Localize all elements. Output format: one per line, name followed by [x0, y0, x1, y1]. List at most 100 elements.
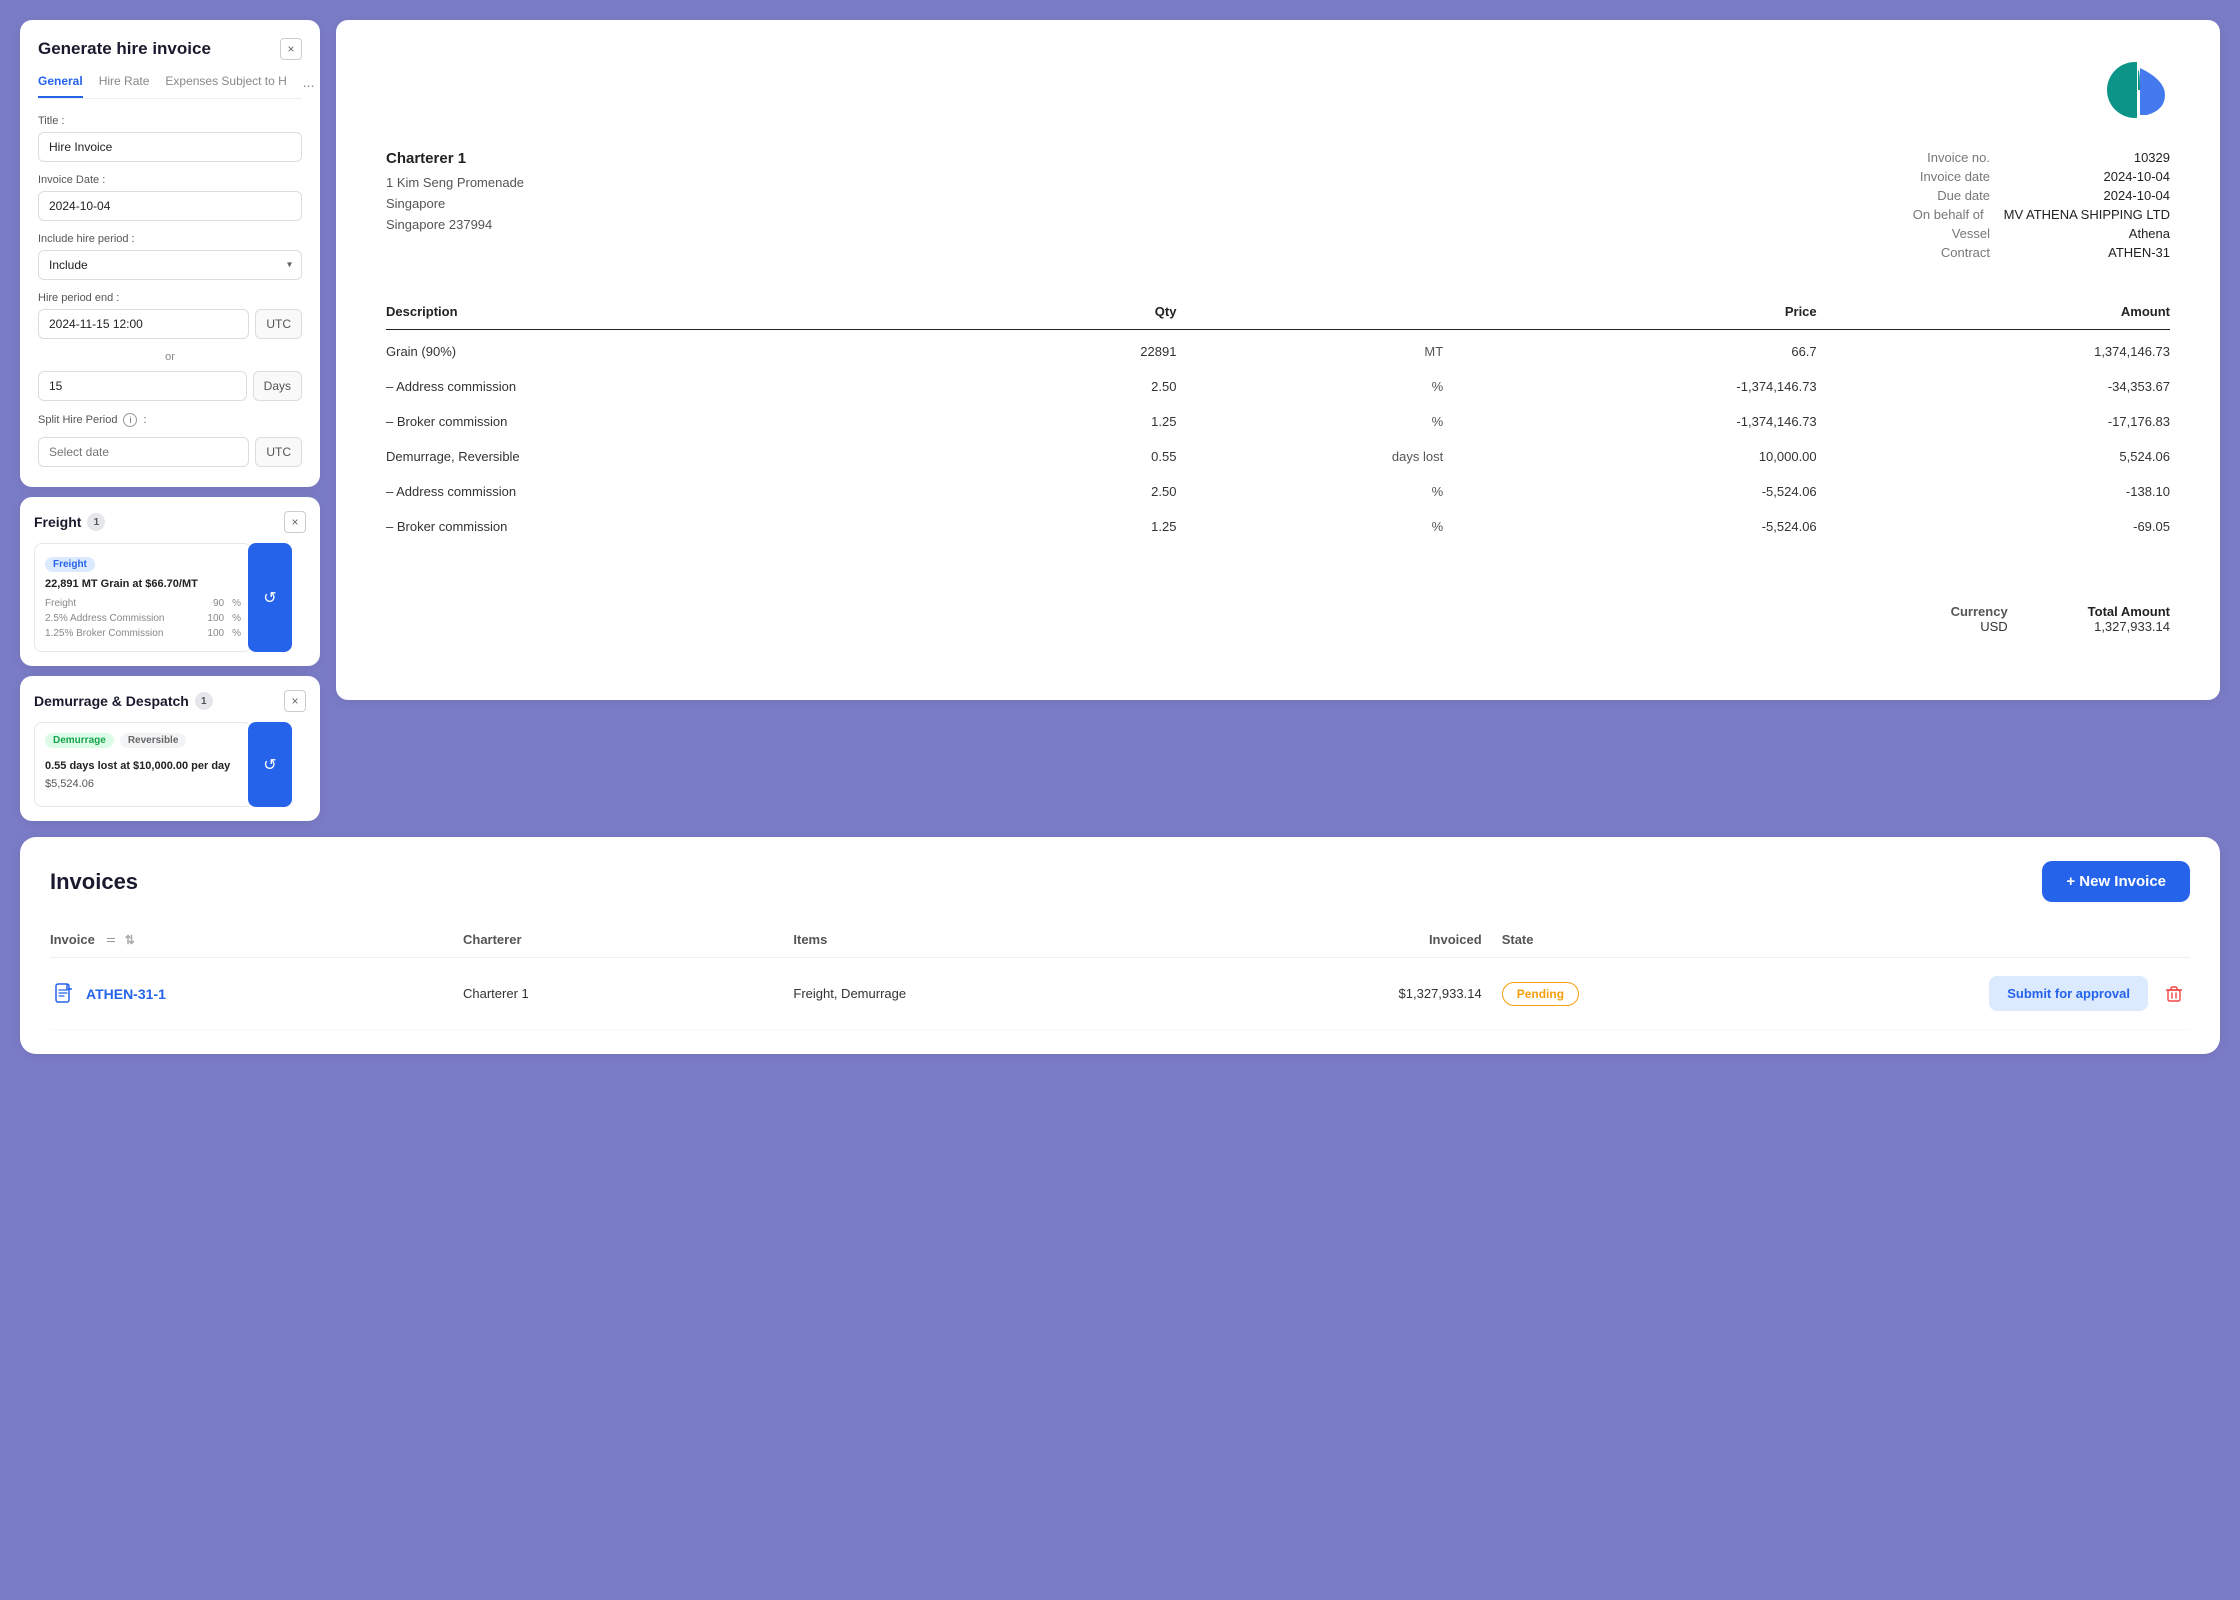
invoice-items: Freight, Demurrage: [793, 986, 1206, 1001]
row-qty: 1.25: [1008, 404, 1176, 439]
invoice-no-label: Invoice no.: [1927, 150, 1990, 165]
freight-card-header: Freight 1 ×: [34, 511, 306, 533]
row-unit: MT: [1176, 330, 1443, 370]
tab-general[interactable]: General: [38, 74, 83, 98]
tab-expenses[interactable]: Expenses Subject to H: [165, 74, 286, 98]
invoice-table-row: – Address commission 2.50 % -1,374,146.7…: [386, 369, 2170, 404]
left-panel: Generate hire invoice × General Hire Rat…: [20, 20, 320, 821]
generate-card-close-btn[interactable]: ×: [280, 38, 302, 60]
row-description: Demurrage, Reversible: [386, 439, 1008, 474]
invoice-table-row: – Broker commission 1.25 % -5,524.06 -69…: [386, 509, 2170, 544]
include-hire-period-select[interactable]: Include Exclude: [38, 250, 302, 280]
row-amount: -34,353.67: [1817, 369, 2170, 404]
invoice-date-value: 2024-10-04: [2010, 169, 2170, 184]
freight-card-body: Freight 22,891 MT Grain at $66.70/MT Fre…: [34, 543, 306, 652]
file-icon: [50, 980, 78, 1008]
new-invoice-button[interactable]: + New Invoice: [2042, 861, 2190, 902]
freight-refresh-btn[interactable]: ↺: [248, 543, 292, 652]
refresh-icon: ↺: [263, 755, 276, 775]
refresh-icon: ↺: [263, 588, 276, 608]
currency-label: Currency: [1951, 604, 2008, 619]
demurrage-card-title: Demurrage & Despatch 1: [34, 692, 213, 710]
due-date-value: 2024-10-04: [2010, 188, 2170, 203]
invoices-section-header: Invoices + New Invoice: [50, 861, 2190, 902]
invoice-meta: Invoice no. 10329 Invoice date 2024-10-0…: [1913, 150, 2170, 264]
col-invoiced-header: Invoiced: [1206, 932, 1481, 947]
invoice-header: Charterer 1 1 Kim Seng Promenade Singapo…: [386, 150, 2170, 264]
invoice-preview: Charterer 1 1 Kim Seng Promenade Singapo…: [336, 20, 2220, 700]
include-hire-period-field: Include hire period : Include Exclude ▾: [38, 233, 302, 280]
invoices-section: Invoices + New Invoice Invoice ⇅ Charter…: [20, 837, 2220, 1054]
invoices-title: Invoices: [50, 869, 138, 895]
row-unit: %: [1176, 474, 1443, 509]
col-description: Description: [386, 294, 1008, 330]
include-hire-period-label: Include hire period :: [38, 233, 302, 245]
col-unit: [1176, 294, 1443, 330]
meta-row-due-date: Due date 2024-10-04: [1913, 188, 2170, 203]
row-price: -1,374,146.73: [1443, 404, 1816, 439]
invoice-charterer: Charterer 1: [463, 986, 793, 1001]
utc-addon-1: UTC: [255, 309, 302, 339]
invoice-date-field: Invoice Date :: [38, 174, 302, 221]
submit-for-approval-button[interactable]: Submit for approval: [1989, 976, 2148, 1011]
invoice-total: Total Amount 1,327,933.14: [2088, 604, 2170, 634]
row-description: – Broker commission: [386, 509, 1008, 544]
currency-value: USD: [1951, 619, 2008, 634]
include-select-wrapper: Include Exclude ▾: [38, 250, 302, 280]
freight-row-freight: Freight 90 %: [45, 596, 241, 611]
col-amount: Amount: [1817, 294, 2170, 330]
meta-row-invoice-no: Invoice no. 10329: [1913, 150, 2170, 165]
invoice-date-label: Invoice date: [1920, 169, 1990, 184]
generate-card-header: Generate hire invoice ×: [38, 38, 302, 60]
split-hire-period-row: Split Hire Period i :: [38, 413, 302, 427]
row-amount: -69.05: [1817, 509, 2170, 544]
or-divider: or: [38, 351, 302, 363]
freight-card: Freight 1 × Freight 22,891 MT Grain at $…: [20, 497, 320, 666]
row-unit: %: [1176, 404, 1443, 439]
tab-more[interactable]: ...: [303, 74, 315, 98]
sort-arrows-icon[interactable]: ⇅: [125, 933, 135, 947]
row-amount: 1,374,146.73: [1817, 330, 2170, 370]
row-amount: -138.10: [1817, 474, 2170, 509]
vessel-label: Vessel: [1952, 226, 1990, 241]
hire-period-end-label: Hire period end :: [38, 292, 302, 304]
title-input[interactable]: [38, 132, 302, 162]
demurrage-refresh-btn[interactable]: ↺: [248, 722, 292, 807]
col-price: Price: [1443, 294, 1816, 330]
split-date-input-group: UTC: [38, 437, 302, 467]
days-input[interactable]: [38, 371, 247, 401]
generate-card: Generate hire invoice × General Hire Rat…: [20, 20, 320, 487]
delete-button[interactable]: [2158, 978, 2190, 1010]
row-description: – Broker commission: [386, 404, 1008, 439]
charterer-name: Charterer 1: [386, 150, 524, 167]
split-hire-period-label: Split Hire Period: [38, 414, 117, 426]
sort-icon[interactable]: [107, 938, 115, 942]
row-price: -1,374,146.73: [1443, 369, 1816, 404]
generate-card-title: Generate hire invoice: [38, 39, 211, 59]
due-date-label: Due date: [1937, 188, 1990, 203]
col-charterer-header: Charterer: [463, 932, 793, 947]
demurrage-card-header: Demurrage & Despatch 1 ×: [34, 690, 306, 712]
row-price: 66.7: [1443, 330, 1816, 370]
row-price: 10,000.00: [1443, 439, 1816, 474]
invoice-date-input[interactable]: [38, 191, 302, 221]
total-amount-label: Total Amount: [2088, 604, 2170, 619]
info-icon[interactable]: i: [123, 413, 137, 427]
invoice-from: Charterer 1 1 Kim Seng Promenade Singapo…: [386, 150, 524, 264]
tab-hire-rate[interactable]: Hire Rate: [99, 74, 150, 98]
split-date-input[interactable]: [38, 437, 249, 467]
col-items-header: Items: [793, 932, 1206, 947]
invoice-id[interactable]: ATHEN-31-1: [86, 986, 166, 1002]
demurrage-card-close-btn[interactable]: ×: [284, 690, 306, 712]
table-row: ATHEN-31-1 Charterer 1 Freight, Demurrag…: [50, 958, 2190, 1030]
demurrage-badge: 1: [195, 692, 213, 710]
address-line3: Singapore 237994: [386, 215, 524, 236]
invoice-no-value: 10329: [2010, 150, 2170, 165]
freight-card-close-btn[interactable]: ×: [284, 511, 306, 533]
address-line1: 1 Kim Seng Promenade: [386, 173, 524, 194]
hire-period-end-input[interactable]: [38, 309, 249, 339]
contract-value: ATHEN-31: [2010, 245, 2170, 260]
on-behalf-value: MV ATHENA SHIPPING LTD: [2004, 207, 2170, 222]
row-description: – Address commission: [386, 474, 1008, 509]
trash-icon: [2165, 985, 2183, 1003]
